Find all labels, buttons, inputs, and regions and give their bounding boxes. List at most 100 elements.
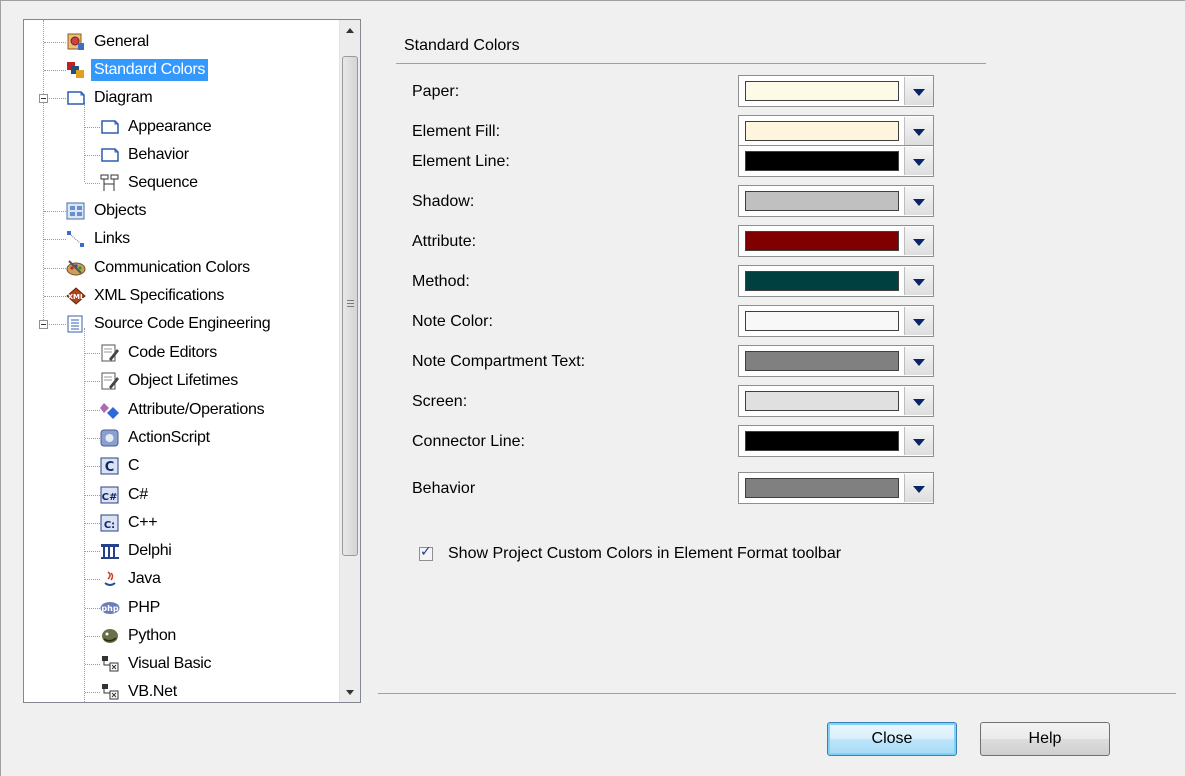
color-label: Note Color:: [412, 313, 493, 330]
tree-connector-line: [44, 70, 66, 71]
scroll-down-arrow-icon[interactable]: [340, 682, 360, 702]
group-title: Standard Colors: [404, 37, 520, 54]
tree-item-links[interactable]: Links: [66, 225, 339, 253]
tree-connector-line: [85, 664, 100, 665]
color-picker[interactable]: [738, 305, 934, 337]
tree-item-diagram[interactable]: Diagram: [66, 84, 339, 112]
tree-connector-line: [85, 495, 100, 496]
tree-connector-line: [84, 102, 85, 182]
color-swatch: [745, 391, 899, 411]
sequence-icon: [100, 174, 120, 192]
show-custom-colors-checkbox[interactable]: [419, 544, 433, 561]
close-button[interactable]: Close: [827, 722, 957, 756]
tree-item-attribute-operations[interactable]: Attribute/Operations: [100, 396, 339, 424]
tree-item-communication-colors[interactable]: Communication Colors: [66, 254, 339, 282]
tree-item-python[interactable]: Python: [100, 622, 339, 650]
csharp-icon: C#: [100, 486, 120, 504]
collapse-toggle-icon[interactable]: [39, 320, 48, 329]
options-tree[interactable]: General Standard Colors Diagram Appearance B…: [23, 19, 361, 703]
dropdown-arrow-icon[interactable]: [904, 307, 933, 335]
window-left-border: [0, 0, 1, 776]
tree-item-label: Links: [94, 230, 130, 247]
tree-item-objects[interactable]: Objects: [66, 197, 339, 225]
tree-connector-line: [85, 636, 100, 637]
color-label: Attribute:: [412, 233, 477, 250]
color-picker[interactable]: [738, 472, 934, 504]
tree-scrollbar[interactable]: [339, 20, 360, 702]
visual-basic-icon: [100, 655, 120, 673]
color-swatch: [745, 151, 899, 171]
tree-item-label: C++: [128, 514, 158, 531]
show-custom-colors-label[interactable]: Show Project Custom Colors in Element Fo…: [448, 544, 841, 564]
tree-connector-line: [84, 328, 85, 702]
tree-item-actionscript[interactable]: ActionScript: [100, 424, 339, 452]
php-icon: php: [100, 599, 120, 617]
color-picker[interactable]: [738, 265, 934, 297]
tree-item-label: General: [94, 33, 149, 50]
color-picker[interactable]: [738, 345, 934, 377]
scroll-thumb[interactable]: [342, 56, 358, 556]
tree-connector-line: [85, 579, 100, 580]
tree-item-label: Python: [128, 627, 177, 644]
dropdown-arrow-icon[interactable]: [904, 474, 933, 502]
dropdown-arrow-icon[interactable]: [904, 187, 933, 215]
tree-item-general[interactable]: General: [66, 28, 339, 56]
dropdown-arrow-icon[interactable]: [904, 147, 933, 175]
tree-item-c[interactable]: CC: [100, 452, 339, 480]
tree-item-java[interactable]: Java: [100, 565, 339, 593]
color-picker[interactable]: [738, 145, 934, 177]
color-picker[interactable]: [738, 115, 934, 147]
tree-connector-line: [85, 183, 100, 184]
tree-connector-line: [44, 296, 66, 297]
dropdown-arrow-icon[interactable]: [904, 387, 933, 415]
tree-item-cplusplus[interactable]: C: C++: [100, 509, 339, 537]
color-swatch: [745, 81, 899, 101]
color-label: Screen:: [412, 393, 468, 410]
dropdown-arrow-icon[interactable]: [904, 77, 933, 105]
tree-item-sequence[interactable]: Sequence: [100, 169, 339, 197]
editor-icon: [100, 344, 120, 362]
tree-item-label: ActionScript: [128, 429, 210, 446]
dropdown-arrow-icon[interactable]: [904, 427, 933, 455]
dropdown-arrow-icon[interactable]: [904, 117, 933, 145]
color-picker[interactable]: [738, 75, 934, 107]
tree-item-csharp[interactable]: C# C#: [100, 481, 339, 509]
color-picker[interactable]: [738, 185, 934, 217]
tree-item-code-editors[interactable]: Code Editors: [100, 339, 339, 367]
bottom-divider: [378, 693, 1176, 694]
tree-item-php[interactable]: php PHP: [100, 594, 339, 622]
grip-line: [347, 306, 354, 307]
dropdown-arrow-icon[interactable]: [904, 267, 933, 295]
tree-connector-line: [85, 438, 100, 439]
dropdown-arrow-icon[interactable]: [904, 227, 933, 255]
tree-item-object-lifetimes[interactable]: Object Lifetimes: [100, 367, 339, 395]
tree-item-label: Attribute/Operations: [128, 401, 265, 418]
tree-item-delphi[interactable]: Delphi: [100, 537, 339, 565]
color-picker[interactable]: [738, 385, 934, 417]
scroll-up-arrow-icon[interactable]: [340, 20, 360, 40]
color-swatch: [745, 311, 899, 331]
color-swatch: [745, 231, 899, 251]
standard-colors-icon: [66, 61, 86, 79]
tree-item-behavior[interactable]: Behavior: [100, 141, 339, 169]
tree-item-visual-basic[interactable]: Visual Basic: [100, 650, 339, 678]
collapse-toggle-icon[interactable]: [39, 94, 48, 103]
tree-item-source-code-engineering[interactable]: Source Code Engineering: [66, 310, 339, 338]
tree-item-label: Java: [128, 570, 161, 587]
tree-item-xml-specifications[interactable]: XML XML Specifications: [66, 282, 339, 310]
grip-line: [347, 300, 354, 301]
tree-item-label: Source Code Engineering: [94, 315, 271, 332]
color-picker[interactable]: [738, 225, 934, 257]
color-label: Note Compartment Text:: [412, 353, 586, 370]
tree-item-label: XML Specifications: [94, 287, 225, 304]
tree-item-appearance[interactable]: Appearance: [100, 113, 339, 141]
color-swatch: [745, 191, 899, 211]
tree-item-standard-colors[interactable]: Standard Colors: [66, 56, 339, 84]
xml-icon: XML: [66, 287, 86, 305]
dropdown-arrow-icon[interactable]: [904, 347, 933, 375]
help-button[interactable]: Help: [980, 722, 1110, 756]
color-picker[interactable]: [738, 425, 934, 457]
tree-item-label: Object Lifetimes: [128, 372, 238, 389]
svg-text:php: php: [101, 604, 118, 613]
tree-item-vb-net[interactable]: VB.Net: [100, 678, 339, 702]
